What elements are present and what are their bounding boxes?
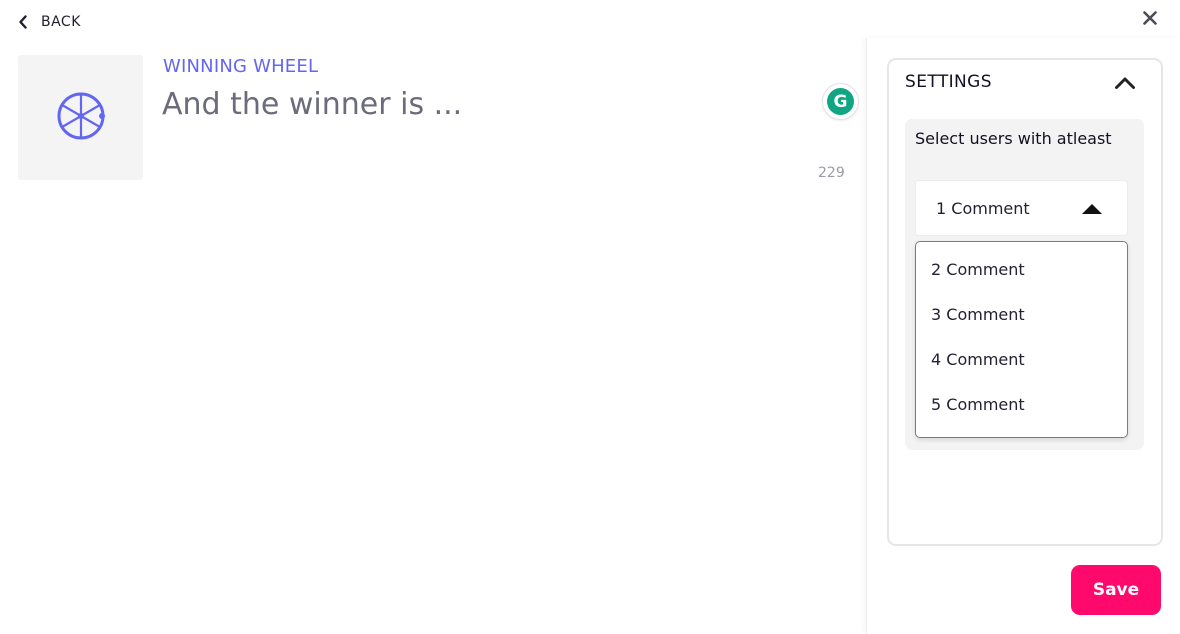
option-3-comment[interactable]: 3 Comment [916, 292, 1127, 337]
back-label: BACK [41, 14, 81, 30]
option-5-comment[interactable]: 5 Comment [916, 382, 1127, 427]
game-thumbnail [18, 55, 143, 180]
close-icon [1143, 10, 1157, 29]
character-count: 229 [818, 165, 845, 181]
chevron-up-icon [1114, 75, 1136, 94]
selected-value: 1 Comment [936, 198, 1030, 218]
collapse-settings-button[interactable] [1113, 74, 1137, 94]
option-4-comment[interactable]: 4 Comment [916, 337, 1127, 382]
grammarly-icon: G [827, 88, 854, 115]
game-type-label: WINNING WHEEL [163, 56, 319, 77]
close-button[interactable] [1139, 8, 1161, 30]
comment-filter-label: Select users with atleast [915, 129, 1112, 148]
wheel-icon [55, 90, 107, 146]
grammarly-button[interactable]: G [823, 84, 858, 119]
chevron-left-icon [18, 11, 32, 33]
comment-count-select[interactable]: 1 Comment [915, 180, 1128, 236]
save-button[interactable]: Save [1071, 565, 1161, 615]
back-button[interactable]: BACK [18, 11, 81, 33]
option-2-comment[interactable]: 2 Comment [916, 247, 1127, 292]
caret-up-icon [1082, 204, 1102, 214]
settings-title: SETTINGS [905, 72, 992, 92]
comment-count-options: 2 Comment 3 Comment 4 Comment 5 Comment [915, 241, 1128, 438]
game-title-input[interactable] [162, 84, 802, 124]
